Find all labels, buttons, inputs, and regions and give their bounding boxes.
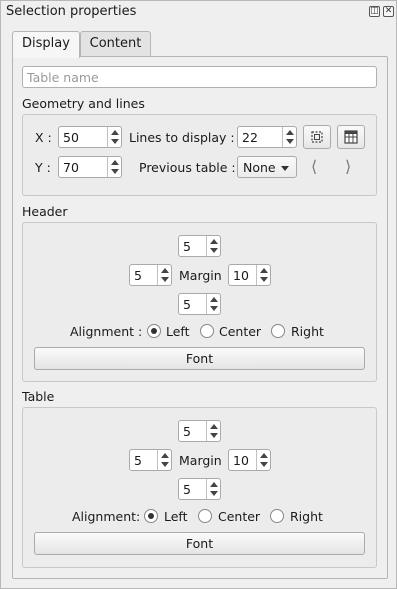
tab-display-label: Display [22, 36, 70, 51]
table-margin-label: Margin [179, 453, 222, 468]
previous-table-label: Previous table : [139, 160, 236, 175]
table-margin-left-arrows[interactable] [157, 450, 171, 470]
chevron-down-icon [281, 166, 289, 171]
header-margin-right-value: 10 [233, 268, 249, 283]
table-margin-left-spinbox[interactable]: 5 [129, 449, 172, 471]
header-align-left-radio[interactable] [147, 324, 161, 338]
header-align-left-label[interactable]: Left [166, 324, 190, 339]
table-margin-bottom-arrows[interactable] [206, 479, 220, 499]
table-margin-bottom-value: 5 [183, 482, 191, 497]
previous-arrow-icon[interactable]: ⟨ [311, 157, 317, 176]
previous-table-value: None [243, 160, 276, 175]
header-align-right-label[interactable]: Right [291, 324, 324, 339]
table-margin-top-arrows[interactable] [206, 421, 220, 441]
tab-display[interactable]: Display [12, 31, 80, 58]
header-margin-top-spinbox[interactable]: 5 [178, 235, 221, 257]
x-spinbox[interactable]: 50 [58, 126, 122, 148]
header-margin-top-value: 5 [183, 239, 191, 254]
table-align-left-radio[interactable] [144, 509, 158, 523]
table-align-right-label[interactable]: Right [290, 509, 323, 524]
header-align-center-label[interactable]: Center [219, 324, 261, 339]
table-margin-right-value: 10 [233, 453, 249, 468]
table-align-center-radio[interactable] [198, 509, 212, 523]
select-area-button[interactable] [303, 125, 331, 149]
lines-label: Lines to display : [129, 130, 235, 145]
select-area-icon [311, 131, 323, 143]
table-align-center-label[interactable]: Center [218, 509, 260, 524]
previous-table-combo[interactable]: None [237, 156, 297, 178]
window-title: Selection properties [6, 4, 137, 19]
table-icon [344, 130, 358, 144]
table-align-right-radio[interactable] [270, 509, 284, 523]
next-arrow-icon[interactable]: ⟩ [345, 157, 351, 176]
header-margin-left-value: 5 [134, 268, 142, 283]
header-margin-right-spinbox[interactable]: 10 [228, 264, 271, 286]
header-group: 5 5 Margin 10 5 Alignment : Left Center [22, 222, 377, 382]
header-margin-left-arrows[interactable] [157, 265, 171, 285]
x-spin-arrows[interactable] [107, 127, 121, 147]
x-value: 50 [63, 130, 79, 145]
table-font-button[interactable]: Font [34, 532, 365, 555]
header-font-button[interactable]: Font [34, 347, 365, 370]
header-alignment-label: Alignment : [70, 324, 143, 339]
table-margin-top-value: 5 [183, 424, 191, 439]
header-font-label: Font [185, 351, 214, 366]
lines-spin-arrows[interactable] [282, 127, 296, 147]
selection-properties-panel: Selection properties ◫ ✕ Display Content… [0, 0, 397, 589]
table-margin-right-spinbox[interactable]: 10 [228, 449, 271, 471]
y-label: Y : [35, 160, 51, 175]
header-section-label: Header [22, 204, 68, 219]
close-icon[interactable]: ✕ [383, 6, 394, 17]
y-spinbox[interactable]: 70 [58, 156, 122, 178]
table-view-button[interactable] [337, 125, 365, 149]
title-bar: Selection properties ◫ ✕ [1, 1, 396, 23]
header-margin-bottom-arrows[interactable] [206, 294, 220, 314]
table-margin-left-value: 5 [134, 453, 142, 468]
table-name-input[interactable] [22, 66, 377, 88]
header-margin-right-arrows[interactable] [256, 265, 270, 285]
display-tab-body: Geometry and lines X : 50 Lines to displ… [12, 56, 388, 579]
y-value: 70 [63, 160, 79, 175]
header-margin-bottom-spinbox[interactable]: 5 [178, 293, 221, 315]
header-margin-label: Margin [179, 268, 222, 283]
header-margin-left-spinbox[interactable]: 5 [129, 264, 172, 286]
x-label: X : [35, 130, 52, 145]
header-align-center-radio[interactable] [200, 324, 214, 338]
header-margin-bottom-value: 5 [183, 297, 191, 312]
lines-value: 22 [242, 130, 258, 145]
table-margin-bottom-spinbox[interactable]: 5 [178, 478, 221, 500]
table-group: 5 5 Margin 10 5 Alignment: Left Center R… [22, 407, 377, 568]
table-font-label: Font [185, 536, 214, 551]
header-margin-top-arrows[interactable] [206, 236, 220, 256]
geometry-group: X : 50 Lines to display : 22 Y: 70 Prev… [22, 114, 377, 196]
tab-content[interactable]: Content [80, 31, 151, 57]
lines-spinbox[interactable]: 22 [237, 126, 297, 148]
table-margin-right-arrows[interactable] [256, 450, 270, 470]
header-align-right-radio[interactable] [271, 324, 285, 338]
float-icon[interactable]: ◫ [369, 6, 380, 17]
geometry-section-label: Geometry and lines [22, 96, 145, 111]
table-alignment-label: Alignment: [72, 509, 141, 524]
table-section-label: Table [22, 389, 55, 404]
tab-content-label: Content [89, 36, 142, 51]
table-margin-top-spinbox[interactable]: 5 [178, 420, 221, 442]
table-align-left-label[interactable]: Left [164, 509, 188, 524]
y-spin-arrows[interactable] [107, 157, 121, 177]
